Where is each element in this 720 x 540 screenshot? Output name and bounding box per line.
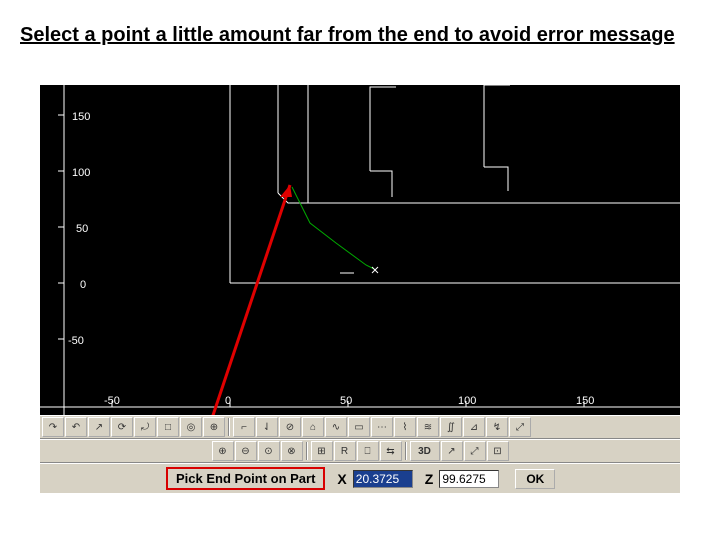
x-tick-0: 0 bbox=[225, 395, 231, 407]
tool-icon[interactable]: ≋ bbox=[417, 417, 439, 437]
view-icon[interactable]: ↗ bbox=[441, 441, 463, 461]
tool-icon[interactable]: ⌐ bbox=[233, 417, 255, 437]
tool-icon[interactable]: ⇃ bbox=[256, 417, 278, 437]
toolbar-top: ↷ ↶ ↗ ⟳ ⤾ □ ◎ ⊕ ⌐ ⇃ ⊘ ⌂ ∿ ▭ ⋯ ⌇ ≋ ∬ ⊿ ↯ … bbox=[40, 415, 680, 439]
view-icon[interactable]: ⊡ bbox=[487, 441, 509, 461]
tool-icon[interactable]: ↯ bbox=[486, 417, 508, 437]
command-prompt: Pick End Point on Part bbox=[166, 467, 325, 490]
status-bar: Pick End Point on Part X Z OK bbox=[40, 463, 680, 493]
zoom-fit-icon[interactable]: ⊙ bbox=[258, 441, 280, 461]
cad-viewport[interactable]: 150 100 50 0 -50 -50 0 50 100 150 bbox=[40, 85, 680, 415]
y-tick-150: 150 bbox=[72, 111, 90, 123]
y-tick-100: 100 bbox=[72, 167, 90, 179]
x-label: X bbox=[337, 471, 346, 487]
tool-icon[interactable]: ▭ bbox=[348, 417, 370, 437]
tool-icon[interactable]: ⤢ bbox=[509, 417, 531, 437]
view-3d-button[interactable]: 3D bbox=[410, 441, 440, 461]
tool-icon[interactable]: ⌂ bbox=[302, 417, 324, 437]
view-icon[interactable]: ⇆ bbox=[380, 441, 402, 461]
tool-icon[interactable]: ∬ bbox=[440, 417, 462, 437]
redraw-icon[interactable]: R bbox=[334, 441, 356, 461]
tool-icon[interactable]: □ bbox=[157, 417, 179, 437]
x-tick-100: 100 bbox=[458, 395, 476, 407]
view-icon[interactable]: ⤢ bbox=[464, 441, 486, 461]
y-tick-n50: -50 bbox=[68, 335, 84, 347]
tool-icon[interactable]: ↗ bbox=[88, 417, 110, 437]
toolbar-view: ⊕ ⊖ ⊙ ⊗ ⊞ R ⎕ ⇆ 3D ↗ ⤢ ⊡ bbox=[40, 439, 680, 463]
tool-icon[interactable]: ∿ bbox=[325, 417, 347, 437]
tool-icon[interactable]: ⊕ bbox=[203, 417, 225, 437]
zoom-window-icon[interactable]: ⊗ bbox=[281, 441, 303, 461]
toolbar-separator bbox=[228, 418, 230, 436]
y-tick-50: 50 bbox=[76, 223, 88, 235]
tool-icon[interactable]: ⌇ bbox=[394, 417, 416, 437]
y-tick-0: 0 bbox=[80, 279, 86, 291]
toolbar-separator bbox=[405, 442, 407, 460]
x-coordinate-input[interactable] bbox=[353, 470, 413, 488]
tool-icon[interactable]: ⤾ bbox=[134, 417, 156, 437]
view-icon[interactable]: ⊞ bbox=[311, 441, 333, 461]
tool-icon[interactable]: ⊿ bbox=[463, 417, 485, 437]
tool-icon[interactable]: ⊘ bbox=[279, 417, 301, 437]
x-tick-150: 150 bbox=[576, 395, 594, 407]
zoom-out-icon[interactable]: ⊖ bbox=[235, 441, 257, 461]
zoom-in-icon[interactable]: ⊕ bbox=[212, 441, 234, 461]
z-label: Z bbox=[425, 471, 434, 487]
toolbar-separator bbox=[306, 442, 308, 460]
view-icon[interactable]: ⎕ bbox=[357, 441, 379, 461]
instruction-text: Select a point a little amount far from … bbox=[20, 22, 700, 48]
tool-icon[interactable]: ⋯ bbox=[371, 417, 393, 437]
tool-icon[interactable]: ↷ bbox=[42, 417, 64, 437]
x-tick-n50: -50 bbox=[104, 395, 120, 407]
ok-button[interactable]: OK bbox=[515, 469, 555, 489]
x-tick-50: 50 bbox=[340, 395, 352, 407]
z-coordinate-input[interactable] bbox=[439, 470, 499, 488]
tool-icon[interactable]: ↶ bbox=[65, 417, 87, 437]
tool-icon[interactable]: ⟳ bbox=[111, 417, 133, 437]
tool-icon[interactable]: ◎ bbox=[180, 417, 202, 437]
